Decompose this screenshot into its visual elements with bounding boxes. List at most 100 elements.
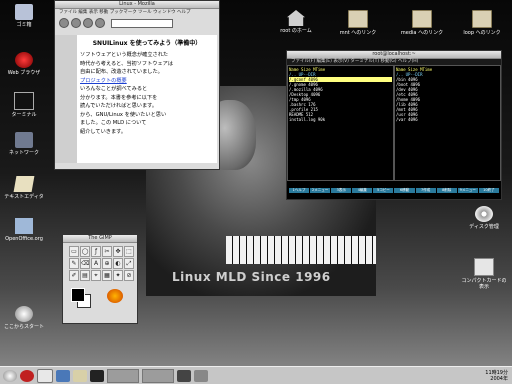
- function-key-bar: 1ヘルプ 2メニュー 3表示 4編集 5コピー 6移動 7作成 8削除 9メニュ…: [287, 186, 501, 195]
- page-line: ました。この MLD について: [80, 120, 147, 126]
- desktop-icon-label: mnt へのリンク: [339, 30, 377, 36]
- network-icon: [15, 132, 33, 148]
- fkey-button[interactable]: 5コピー: [373, 188, 394, 193]
- desktop-icon-start-here[interactable]: ここからスタート: [0, 306, 48, 330]
- desktop-icon-label: ディスク管理: [469, 224, 499, 230]
- stop-icon[interactable]: [95, 18, 105, 28]
- gradient-icon[interactable]: [107, 289, 123, 303]
- gimp-toolbox-window[interactable]: The GIMP ▭ ◯ ƒ ✂ ✥ ⬚ ✎ ⌫ A ⊕ ◐ ⤢ ✐ ▤ ⌖ ▦…: [62, 234, 138, 324]
- editor-launcher-icon[interactable]: [73, 369, 87, 382]
- file-manager-window[interactable]: root@localhost:~ ファイル(F) 編集(E) 表示(V) ターミ…: [286, 50, 502, 200]
- color-area: [63, 284, 137, 308]
- url-input[interactable]: [111, 18, 173, 28]
- tool-button[interactable]: A: [91, 258, 101, 269]
- fkey-button[interactable]: 10終了: [478, 188, 499, 193]
- desktop-icon-media[interactable]: media へのリンク: [398, 10, 446, 36]
- taskbar: 11時19分 2004年: [0, 366, 512, 384]
- mail-launcher-icon[interactable]: [37, 368, 53, 383]
- back-icon[interactable]: [59, 18, 69, 28]
- left-panel[interactable]: Name Size MTime /.. UP--DIR /.gconf 4096…: [287, 65, 394, 181]
- desktop-icon-office[interactable]: OpenOffice.org: [0, 218, 48, 242]
- fkey-button[interactable]: 3表示: [331, 188, 352, 193]
- tool-button[interactable]: ⊘: [124, 270, 134, 281]
- clock-time: 11時19分: [485, 369, 508, 376]
- disk-icon: [475, 206, 493, 222]
- browser-titlebar[interactable]: Linux - Mozilla: [55, 1, 219, 9]
- browser-window[interactable]: Linux - Mozilla ファイル 編集 表示 移動 ブックマーク ツール…: [54, 0, 220, 170]
- wallpaper-caption: Linux MLD Since 1996: [172, 270, 331, 284]
- main-menu-icon[interactable]: [3, 369, 17, 382]
- fkey-button[interactable]: 4編集: [352, 188, 373, 193]
- desktop-icon-label: media へのリンク: [400, 30, 444, 36]
- right-panel[interactable]: Name Size MTime /.. UP--DIR /bin 4096 /b…: [394, 65, 501, 181]
- fkey-button[interactable]: 6移動: [394, 188, 415, 193]
- desktop-icon-card[interactable]: コンパクトカードの表示: [460, 258, 508, 290]
- file-row[interactable]: /var 4096: [396, 117, 499, 122]
- taskbar-window-button[interactable]: [107, 368, 139, 383]
- fkey-button[interactable]: 1ヘルプ: [289, 188, 310, 193]
- tool-button[interactable]: ✂: [102, 246, 112, 257]
- fkey-button[interactable]: 7作成: [415, 188, 436, 193]
- tool-button[interactable]: ⤢: [124, 258, 134, 269]
- desktop-icon-terminal[interactable]: ターミナル: [0, 92, 48, 118]
- foreground-color-swatch[interactable]: [71, 288, 85, 302]
- tool-button[interactable]: ✦: [113, 270, 123, 281]
- fkey-button[interactable]: 9メニュー: [457, 188, 478, 193]
- fkey-button[interactable]: 8削除: [436, 188, 457, 193]
- desktop-icon-label: ネットワーク: [8, 150, 39, 156]
- tool-button[interactable]: ⌫: [80, 258, 90, 269]
- desktop-icon-mnt[interactable]: mnt へのリンク: [334, 10, 382, 36]
- gimp-titlebar[interactable]: The GIMP: [63, 235, 137, 243]
- page-line: 読んでいただければと思います。: [80, 103, 158, 109]
- text-editor-icon: [13, 176, 35, 192]
- desktop-icon-text-editor[interactable]: テキストエディタ: [0, 176, 48, 200]
- forward-icon[interactable]: [71, 18, 81, 28]
- page-link[interactable]: プロジェクトの概要: [80, 78, 127, 84]
- office-launcher-icon[interactable]: [56, 369, 70, 382]
- tool-button[interactable]: ◐: [113, 258, 123, 269]
- desktop-icon-disk[interactable]: ディスク管理: [460, 206, 508, 230]
- tool-button[interactable]: ⌖: [91, 270, 101, 281]
- tool-button[interactable]: ◯: [80, 246, 90, 257]
- desktop-icon-label: root のホーム: [280, 28, 312, 34]
- page-heading: SNUILinux を使ってみよう（準備中）: [92, 40, 202, 47]
- clock-date: 2004年: [490, 375, 508, 382]
- desktop-icon-loop[interactable]: loop へのリンク: [458, 10, 506, 36]
- tool-button[interactable]: ⬚: [124, 246, 134, 257]
- browser-page-content: SNUILinux を使ってみよう（準備中） ソフトウェアという概念が確立された…: [77, 35, 217, 163]
- start-here-icon: [15, 306, 33, 322]
- tool-button[interactable]: ▭: [69, 246, 79, 257]
- trash-icon: [15, 4, 33, 20]
- reload-icon[interactable]: [83, 18, 93, 28]
- desktop-icon-browser[interactable]: Web ブラウザ: [0, 52, 48, 76]
- page-line: いろんなことが調べてみると: [80, 86, 148, 92]
- folder-icon: [348, 10, 368, 28]
- tool-button[interactable]: ▤: [80, 270, 90, 281]
- tool-button[interactable]: ⊕: [102, 258, 112, 269]
- terminal-launcher-icon[interactable]: [90, 369, 104, 382]
- browser-sidebar[interactable]: [55, 35, 77, 163]
- tool-button[interactable]: ▦: [102, 270, 112, 281]
- desktop-icon-label: ターミナル: [11, 112, 37, 118]
- desktop-icon-network[interactable]: ネットワーク: [0, 132, 48, 156]
- desktop-icon-trash[interactable]: ゴミ箱: [0, 4, 48, 28]
- browser-icon: [15, 52, 33, 68]
- workspace-pager-icon[interactable]: [194, 369, 208, 382]
- desktop-icon-home[interactable]: root のホーム: [272, 10, 320, 34]
- workspace-pager-icon[interactable]: [177, 369, 191, 382]
- tool-button[interactable]: ✥: [113, 246, 123, 257]
- file-row[interactable]: install.log 90k: [289, 117, 392, 122]
- tool-button[interactable]: ✎: [69, 258, 79, 269]
- page-line: 分かります。本書を参考に以下を: [80, 94, 158, 101]
- fkey-button[interactable]: 2メニュー: [310, 188, 331, 193]
- page-line: 紹介していきます。: [80, 128, 127, 135]
- tool-button[interactable]: ƒ: [91, 246, 101, 257]
- card-icon: [474, 258, 494, 276]
- browser-menubar[interactable]: ファイル 編集 表示 移動 ブックマーク ツール ウィンドウ ヘルプ: [55, 9, 219, 16]
- browser-launcher-icon[interactable]: [20, 369, 34, 382]
- page-line: から、GNU/Linux を使いたいと思い: [80, 111, 167, 118]
- clock[interactable]: 11時19分 2004年: [485, 370, 508, 382]
- tool-button[interactable]: ✐: [69, 270, 79, 281]
- taskbar-window-button[interactable]: [142, 368, 174, 383]
- file-manager-titlebar[interactable]: root@localhost:~: [287, 51, 501, 59]
